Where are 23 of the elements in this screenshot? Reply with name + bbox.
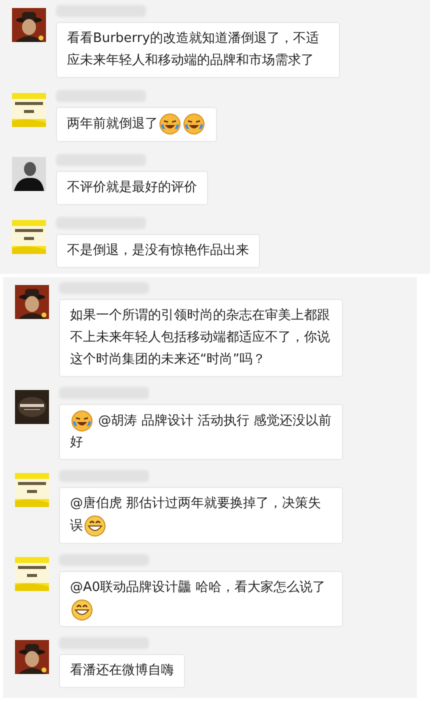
logo-avatar-icon[interactable] bbox=[15, 390, 49, 424]
message-bubble: @唐伯虎 那估计过两年就要换掉了，决策失误 bbox=[59, 487, 343, 544]
message-bubble: @胡涛 品牌设计 活动执行 感觉还没以前好 bbox=[59, 404, 343, 460]
message-bubble: 看潘还在微博自嗨 bbox=[59, 654, 185, 688]
laughing-tears-emoji-icon bbox=[183, 113, 205, 135]
message-bubble: 不是倒退，是没有惊艳作品出来 bbox=[56, 234, 260, 268]
avatar-figure-icon[interactable] bbox=[15, 284, 49, 319]
logo-avatar-icon[interactable] bbox=[15, 473, 49, 508]
logo-avatar-icon[interactable] bbox=[12, 220, 46, 254]
message-bubble: 两年前就倒退了 bbox=[56, 107, 217, 142]
logo-avatar-icon[interactable] bbox=[15, 556, 49, 591]
grinning-emoji-icon bbox=[84, 515, 106, 538]
message-bubble: 看看Burberry的改造就知道潘倒退了，不适应未来年轻人和移动端的品牌和市场需求了 bbox=[56, 22, 340, 78]
laughing-tears-emoji-icon bbox=[71, 410, 93, 432]
message-bubble: @A0联动品牌设计龘 哈哈，看大家怎么说了 bbox=[59, 570, 343, 628]
avatar-figure-icon[interactable] bbox=[12, 8, 46, 42]
grinning-emoji-icon bbox=[71, 598, 93, 621]
logo-avatar-icon[interactable] bbox=[12, 93, 46, 127]
avatar-figure-icon[interactable] bbox=[15, 640, 49, 674]
message-bubble: 不评价就是最好的评价 bbox=[56, 170, 208, 205]
laughing-tears-emoji-icon bbox=[159, 113, 181, 135]
message-bubble: 如果一个所谓的引领时尚的杂志在审美上都跟不上未来年轻人包括移动端都适应不了，你说这个时尚集团的未来还“时尚”吗？ bbox=[59, 298, 343, 377]
avatar-figure-icon[interactable] bbox=[12, 156, 46, 191]
